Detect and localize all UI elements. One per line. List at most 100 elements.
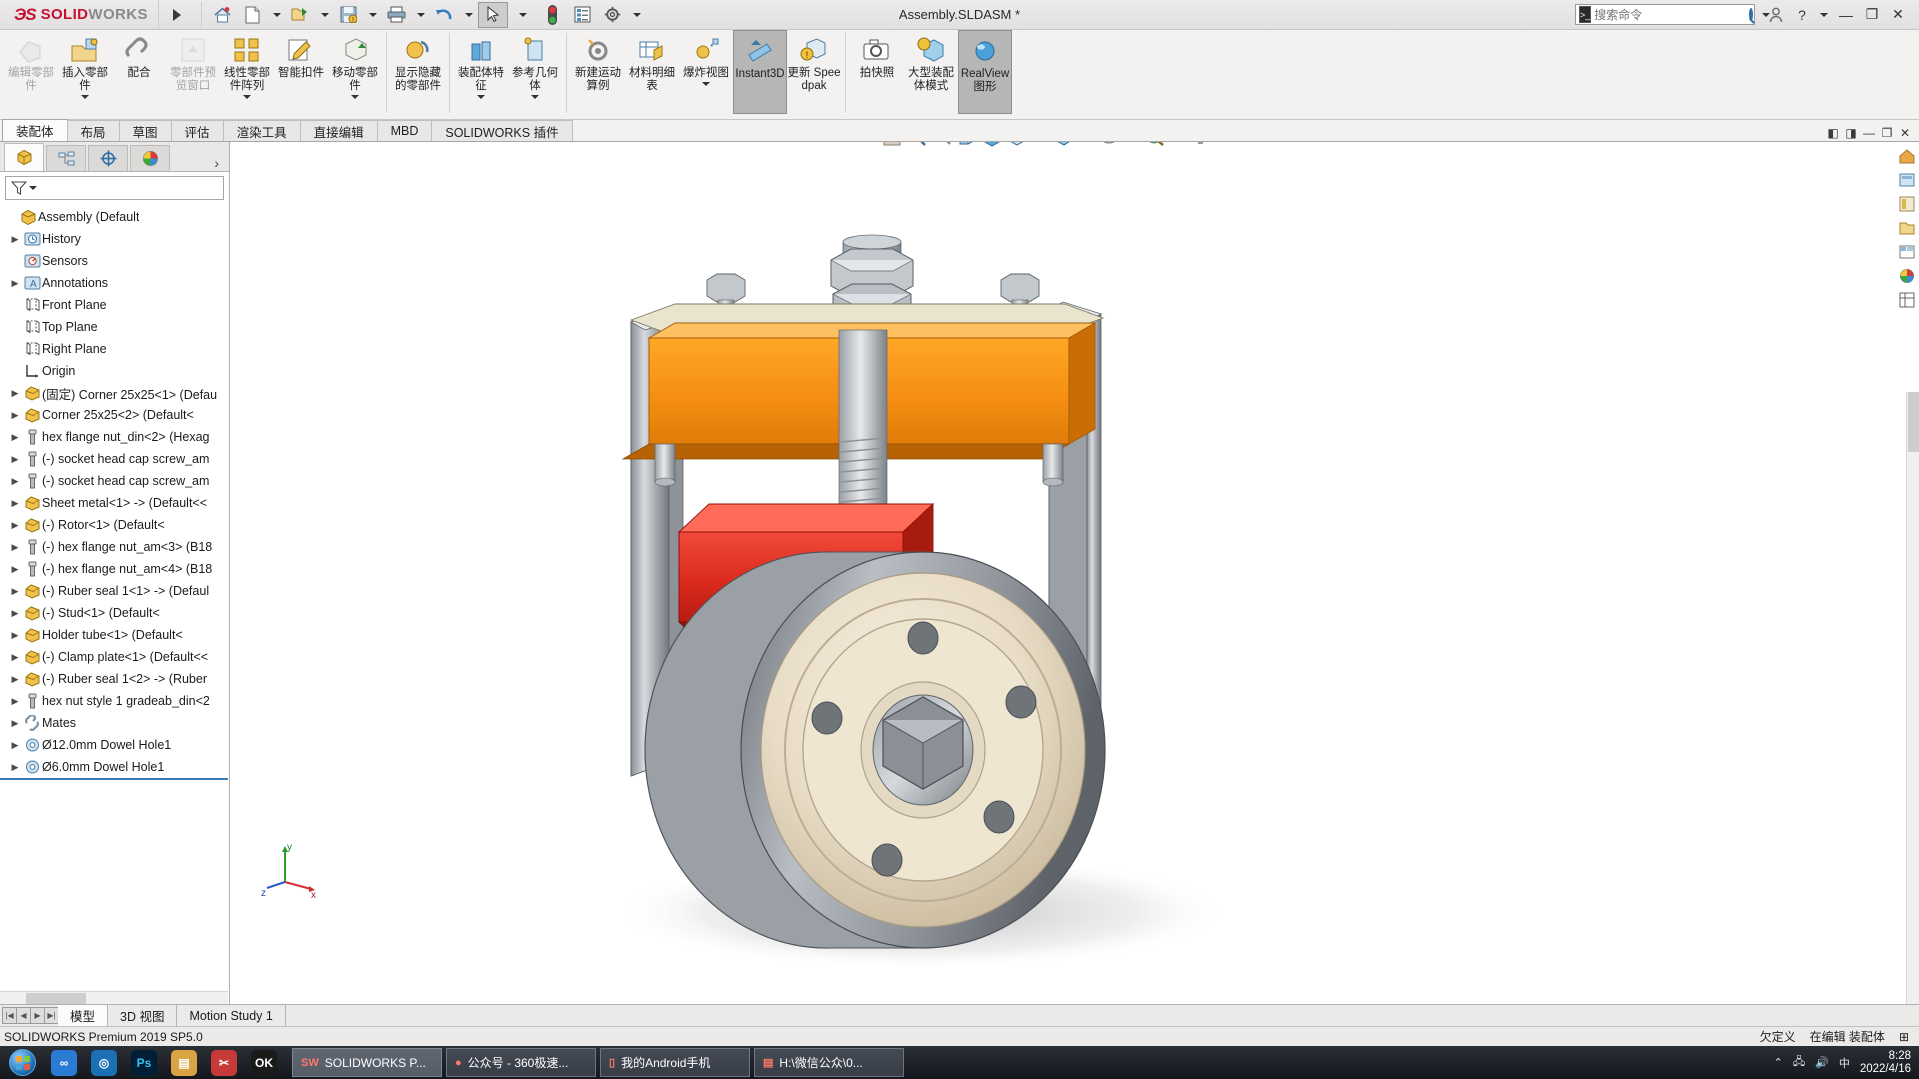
taskbar-window-browser[interactable]: ●公众号 - 360极速... (446, 1048, 596, 1077)
search-icon[interactable] (1749, 8, 1753, 21)
edit-appearance-icon[interactable] (1098, 142, 1120, 148)
undo-dropdown-icon[interactable] (465, 13, 473, 17)
ribbon-button-exploded-view[interactable]: 爆炸视图 (679, 30, 733, 114)
display-style-icon[interactable] (1006, 142, 1028, 148)
tree-item[interactable]: Right Plane (0, 338, 229, 360)
last-tab-button[interactable]: ▶| (44, 1007, 59, 1024)
doc-close-button[interactable]: ✕ (1897, 125, 1913, 141)
tree-item[interactable]: ▶Holder tube<1> (Default< (0, 624, 229, 646)
tree-expand-arrow-icon[interactable]: ▶ (8, 718, 22, 729)
ribbon-tab-6[interactable]: MBD (377, 120, 433, 141)
okcomp-icon[interactable]: OK (244, 1046, 284, 1079)
user-account-icon[interactable] (1763, 2, 1789, 28)
home-view-icon[interactable] (1897, 146, 1917, 166)
tree-expand-arrow-icon[interactable]: ▶ (8, 410, 22, 421)
gear-icon[interactable] (598, 2, 628, 28)
ribbon-button-move-component[interactable]: 移动零部件 (328, 30, 382, 114)
tree-expand-arrow-icon[interactable]: ▶ (8, 652, 22, 663)
ribbon-dropdown-icon[interactable] (243, 95, 251, 99)
select-cursor-icon[interactable] (478, 2, 508, 28)
rebuild-icon[interactable] (538, 2, 568, 28)
tree-item[interactable]: ▶(-) hex flange nut_am<4> (B18 (0, 558, 229, 580)
minimize-button[interactable]: — (1833, 2, 1859, 28)
ribbon-dropdown-icon[interactable] (531, 95, 539, 99)
tree-item[interactable]: ▶(-) socket head cap screw_am (0, 448, 229, 470)
ribbon-button-instant3d[interactable]: Instant3D (733, 30, 787, 114)
hide-show-items-icon[interactable] (1052, 142, 1074, 148)
tree-expand-arrow-icon[interactable]: ▶ (8, 630, 22, 641)
ribbon-dropdown-icon[interactable] (702, 82, 710, 86)
new-document-icon[interactable] (238, 2, 268, 28)
menu-expand-arrow-icon[interactable] (173, 9, 181, 21)
tree-item[interactable]: ▶Ø6.0mm Dowel Hole1 (0, 756, 229, 778)
tree-expand-arrow-icon[interactable]: ▶ (8, 740, 22, 751)
status-custom-icon[interactable]: ⊞ (1899, 1030, 1909, 1044)
view-orientation-icon[interactable] (981, 142, 1003, 148)
photoshop-icon[interactable]: Ps (124, 1046, 164, 1079)
tree-expand-arrow-icon[interactable]: ▶ (8, 388, 22, 399)
tree-expand-arrow-icon[interactable]: ▶ (8, 564, 22, 575)
start-orb-icon[interactable] (0, 1046, 44, 1079)
tree-expand-arrow-icon[interactable]: ▶ (8, 762, 22, 773)
view-palette-icon[interactable] (1897, 242, 1917, 262)
assembly-model-3d[interactable]: y x z (231, 142, 1919, 1004)
prev-tab-button[interactable]: ◀ (16, 1007, 31, 1024)
tree-item[interactable]: Front Plane (0, 294, 229, 316)
ribbon-button-reference-geometry[interactable]: 参考几何体 (508, 30, 562, 114)
ribbon-tab-7[interactable]: SOLIDWORKS 插件 (431, 120, 572, 141)
tray-ime-icon[interactable]: 中 (1839, 1055, 1850, 1071)
filter-dropdown-icon[interactable] (29, 186, 37, 190)
tree-item[interactable]: ▶(-) Stud<1> (Default< (0, 602, 229, 624)
ribbon-button-insert-component[interactable]: 插入零部件 (58, 30, 112, 114)
ribbon-button-mate[interactable]: 配合 (112, 30, 166, 114)
tree-item[interactable]: ▶History (0, 228, 229, 250)
feature-tree[interactable]: Assembly (Default▶HistorySensors▶AAnnota… (0, 204, 229, 994)
tree-expand-arrow-icon[interactable]: ▶ (8, 476, 22, 487)
ribbon-button-new-motion-study[interactable]: 新建运动算例 (571, 30, 625, 114)
tree-item[interactable]: ▶(固定) Corner 25x25<1> (Defau (0, 382, 229, 404)
tree-item[interactable]: ▶hex flange nut_din<2> (Hexag (0, 426, 229, 448)
ribbon-tab-0[interactable]: 装配体 (2, 119, 68, 141)
graphics-viewport[interactable]: y x z (231, 142, 1919, 1004)
tree-item[interactable]: ▶(-) hex flange nut_am<3> (B18 (0, 536, 229, 558)
tree-expand-arrow-icon[interactable]: ▶ (8, 542, 22, 553)
panel-tabs-more-icon[interactable]: › (214, 155, 229, 171)
zoom-to-fit-icon[interactable] (881, 142, 903, 148)
ribbon-tab-4[interactable]: 渲染工具 (223, 120, 301, 141)
ribbon-dropdown-icon[interactable] (81, 95, 89, 99)
ribbon-button-snapshot[interactable]: 拍快照 (850, 30, 904, 114)
tree-item[interactable]: ▶hex nut style 1 gradeab_din<2 (0, 690, 229, 712)
ribbon-tab-1[interactable]: 布局 (67, 120, 120, 141)
ribbon-button-show-hidden-components[interactable]: 显示隐藏的零部件 (391, 30, 445, 114)
tree-item[interactable]: ▶(-) Rotor<1> (Default< (0, 514, 229, 536)
display-manager-tab[interactable] (130, 145, 170, 171)
snipping-tool-icon[interactable]: ✂ (204, 1046, 244, 1079)
tree-expand-arrow-icon[interactable]: ▶ (8, 674, 22, 685)
ribbon-button-large-assembly-mode[interactable]: 大型装配体模式 (904, 30, 958, 114)
tree-expand-arrow-icon[interactable]: ▶ (8, 608, 22, 619)
ribbon-button-smart-fasteners[interactable]: 智能扣件 (274, 30, 328, 114)
ribbon-tab-3[interactable]: 评估 (171, 120, 224, 141)
undo-icon[interactable] (430, 2, 460, 28)
close-button[interactable]: ✕ (1885, 2, 1911, 28)
search-input[interactable] (1594, 8, 1749, 22)
graphics-vertical-scrollbar[interactable] (1906, 392, 1919, 1004)
file-properties-icon[interactable] (568, 2, 598, 28)
ribbon-button-linear-component-pattern[interactable]: 线性零部件阵列 (220, 30, 274, 114)
tree-filter-bar[interactable] (5, 176, 224, 200)
ribbon-tab-5[interactable]: 直接编辑 (300, 120, 378, 141)
options-dropdown-icon[interactable] (633, 13, 641, 17)
tray-network-icon[interactable]: 🖧 (1793, 1053, 1805, 1072)
print-icon[interactable] (382, 2, 412, 28)
ribbon-dropdown-icon[interactable] (477, 95, 485, 99)
tree-item[interactable]: ▶Ø12.0mm Dowel Hole1 (0, 734, 229, 756)
tree-expand-arrow-icon[interactable]: ▶ (8, 278, 22, 289)
print-dropdown-icon[interactable] (417, 13, 425, 17)
tree-item[interactable]: ▶(-) Clamp plate<1> (Default<< (0, 646, 229, 668)
save-dropdown-icon[interactable] (369, 13, 377, 17)
taskbar-clock[interactable]: 8:28 2022/4/16 (1860, 1050, 1911, 1076)
tree-item[interactable]: ▶(-) Ruber seal 1<2> -> (Ruber (0, 668, 229, 690)
next-tab-button[interactable]: ▶ (30, 1007, 45, 1024)
doc-minimize-button[interactable]: — (1861, 125, 1877, 141)
tree-expand-arrow-icon[interactable]: ▶ (8, 696, 22, 707)
